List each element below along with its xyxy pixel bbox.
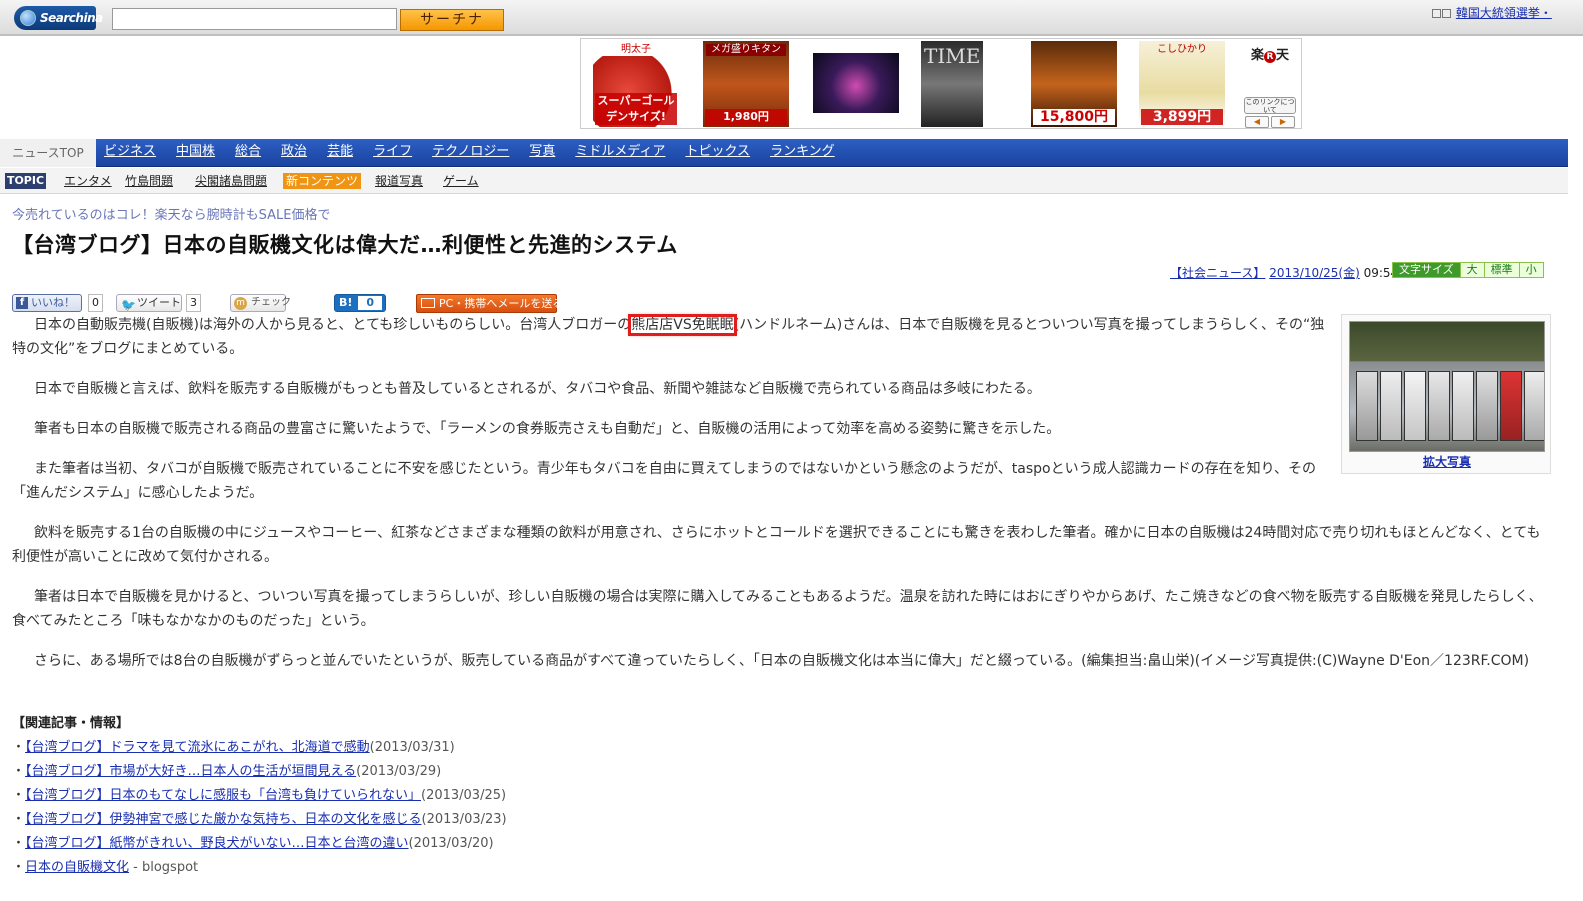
article-title: 【台湾ブログ】日本の自販機文化は偉大だ…利便性と先進的システム: [12, 233, 678, 257]
font-size-normal[interactable]: 標準: [1483, 263, 1519, 277]
related-link[interactable]: 【台湾ブログ】市場が大好き…日本人の生活が垣間見える: [25, 764, 356, 779]
font-size-small[interactable]: 小: [1518, 263, 1543, 277]
article-paragraph: 日本の自動販売機(自販機)は海外の人から見ると、とても珍しいものらしい。台湾人ブ…: [12, 314, 1325, 357]
rakuten-logo[interactable]: 楽R天: [1240, 44, 1300, 63]
nav-item-general[interactable]: 総合: [235, 139, 261, 167]
subnav-new-content[interactable]: 新コンテンツ: [283, 173, 362, 189]
rakuten-logo-box: 楽R天 このリンクについて ◀ ▶: [1240, 40, 1300, 128]
search-input[interactable]: [112, 8, 397, 30]
twitter-bird-icon: 🐦: [121, 298, 136, 312]
related-heading: 【関連記事・情報】: [12, 716, 130, 731]
rakuten-ad-banner: 明太子 スーパーゴールデンサイズ! メガ盛りキタン 1,980円 TIME 15…: [580, 38, 1302, 129]
article-meta: 【社会ニュース】 2013/10/25(金) 09:54: [1170, 264, 1398, 281]
ad-item-rice[interactable]: こしひかり 3,899円: [1139, 41, 1225, 127]
related-link[interactable]: 【台湾ブログ】紙幣がきれい、野良犬がいない…日本と台湾の違い: [25, 836, 409, 851]
nav-item-politics[interactable]: 政治: [281, 139, 307, 167]
main-nav: ニュースTOP ビジネス 中国株 総合 政治 芸能 ライフ テクノロジー 写真 …: [0, 139, 1568, 167]
related-link[interactable]: 【台湾ブログ】ドラマを見て流氷にあこがれ、北海道で感動: [25, 740, 370, 755]
blogger-name-highlight: 熊店店VS免眠眠: [628, 314, 737, 336]
top-right-links: 韓国大統領選挙・: [1432, 4, 1583, 21]
article-paragraph: また筆者は当初、タバコが自販機で販売されていることに不安を感じたという。青少年も…: [12, 461, 1317, 501]
article-body: 日本の自動販売機(自販機)は海外の人から見ると、とても珍しいものらしい。台湾人ブ…: [12, 313, 1543, 689]
article-paragraph: 日本で自販機と言えば、飲料を販売する自販機がもっとも普及しているとされるが、タバ…: [34, 381, 1041, 397]
tweet-count: 3: [186, 294, 201, 312]
globe-icon: [20, 10, 36, 26]
related-item: ・【台湾ブログ】伊勢神宮で感じた厳かな気持ち、日本の文化を感じる(2013/03…: [12, 812, 507, 827]
subnav-item-entame[interactable]: エンタメ: [64, 173, 112, 189]
topic-badge: TOPIC: [5, 173, 46, 189]
subnav-item-news-photo[interactable]: 報道写真: [375, 173, 423, 189]
related-item: ・【台湾ブログ】日本のもてなしに感服も「台湾も負けていられない」(2013/03…: [12, 788, 507, 803]
related-link[interactable]: 【台湾ブログ】伊勢神宮で感じた厳かな気持ち、日本の文化を感じる: [25, 812, 422, 827]
related-item: ・【台湾ブログ】市場が大好き…日本人の生活が垣間見える(2013/03/29): [12, 764, 442, 779]
nav-news-top[interactable]: ニュースTOP: [0, 139, 96, 167]
nav-item-technology[interactable]: テクノロジー: [432, 139, 509, 167]
article-paragraph: 筆者は日本で自販機を見かけると、ついつい写真を撮ってしまうらしいが、珍しい自販機…: [12, 589, 1543, 629]
subnav-item-takeshima[interactable]: 竹島問題: [125, 173, 173, 189]
topic-subnav: TOPIC エンタメ 竹島問題 尖閣諸島問題 新コンテンツ 報道写真 ゲーム: [0, 168, 1568, 194]
article-paragraph: 筆者も日本の自販機で販売される商品の豊富さに驚いたようで、「ラーメンの食券販売さ…: [34, 421, 1061, 437]
subnav-item-game[interactable]: ゲーム: [443, 173, 479, 189]
nav-item-life[interactable]: ライフ: [373, 139, 412, 167]
font-size-switcher: 文字サイズ 大 標準 小: [1392, 262, 1544, 278]
about-link-button[interactable]: このリンクについて: [1244, 97, 1296, 114]
article-photo-box: 拡大写真: [1341, 314, 1551, 474]
like-count: 0: [88, 294, 103, 312]
subnav-item-senkaku[interactable]: 尖閣諸島問題: [195, 173, 267, 189]
facebook-icon: f: [16, 297, 28, 309]
search-button[interactable]: サーチナ: [400, 9, 504, 31]
date-link[interactable]: 2013/10/25(金): [1269, 266, 1360, 280]
nav-item-china-stock[interactable]: 中国株: [176, 139, 215, 167]
nav-item-photo[interactable]: 写真: [529, 139, 555, 167]
top-news-link[interactable]: 韓国大統領選挙・: [1456, 6, 1552, 20]
category-link[interactable]: 【社会ニュース】: [1170, 266, 1265, 280]
hatena-bookmark-button[interactable]: B! 0: [334, 294, 386, 312]
related-item: ・【台湾ブログ】ドラマを見て流氷にあこがれ、北海道で感動(2013/03/31): [12, 740, 455, 755]
ad-prev-button[interactable]: ◀: [1245, 116, 1269, 128]
searchina-logo[interactable]: Searchina: [14, 6, 103, 30]
mixi-icon: m: [234, 297, 247, 310]
nav-item-entertainment[interactable]: 芸能: [327, 139, 353, 167]
font-size-label: 文字サイズ: [1393, 263, 1460, 277]
article-paragraph: さらに、ある場所では8台の自販機がずらっと並んでいたというが、販売している商品が…: [34, 653, 1530, 669]
vending-machine-photo[interactable]: [1349, 321, 1545, 452]
prev-icon[interactable]: [1432, 9, 1441, 18]
enlarge-photo-link[interactable]: 拡大写真: [1342, 453, 1552, 470]
nav-item-middle-media[interactable]: ミドルメディア: [575, 139, 665, 167]
font-size-large[interactable]: 大: [1459, 263, 1484, 277]
related-link-blogspot[interactable]: 日本の自販機文化: [25, 860, 129, 875]
ad-item-time[interactable]: TIME: [921, 41, 983, 127]
facebook-like-button[interactable]: f いいね！: [12, 294, 82, 312]
send-mail-button[interactable]: PC・携帯へメールを送る: [416, 294, 563, 313]
mail-icon: [421, 298, 435, 308]
nav-item-topics[interactable]: トピックス: [685, 139, 750, 167]
next-icon[interactable]: [1442, 9, 1451, 18]
related-link[interactable]: 【台湾ブログ】日本のもてなしに感服も「台湾も負けていられない」: [25, 788, 421, 803]
ad-item-crab[interactable]: メガ盛りキタン 1,980円: [703, 41, 789, 127]
nav-item-ranking[interactable]: ランキング: [770, 139, 835, 167]
tweet-button[interactable]: 🐦 ツイート: [116, 294, 182, 312]
article-paragraph: 飲料を販売する1台の自販機の中にジュースやコーヒー、紅茶などさまざまな種類の飲料…: [12, 525, 1541, 565]
ad-item-night[interactable]: [813, 53, 899, 113]
ad-item-mentaiko[interactable]: 明太子 スーパーゴールデンサイズ!: [593, 41, 679, 127]
related-item: ・【台湾ブログ】紙幣がきれい、野良犬がいない…日本と台湾の違い(2013/03/…: [12, 836, 494, 851]
ad-item-seafood[interactable]: 15,800円: [1031, 41, 1117, 127]
related-item: ・日本の自販機文化 - blogspot: [12, 860, 199, 875]
mixi-check-button[interactable]: m チェック: [230, 294, 291, 312]
nav-item-business[interactable]: ビジネス: [104, 139, 156, 167]
ad-next-button[interactable]: ▶: [1271, 116, 1295, 128]
related-articles: 【関連記事・情報】 ・【台湾ブログ】ドラマを見て流氷にあこがれ、北海道で感動(2…: [12, 712, 507, 880]
top-bar: Searchina サーチナ 韓国大統領選挙・: [0, 0, 1583, 36]
promo-link[interactable]: 今売れているのはコレ！楽天なら腕時計もSALE価格で: [12, 204, 330, 223]
